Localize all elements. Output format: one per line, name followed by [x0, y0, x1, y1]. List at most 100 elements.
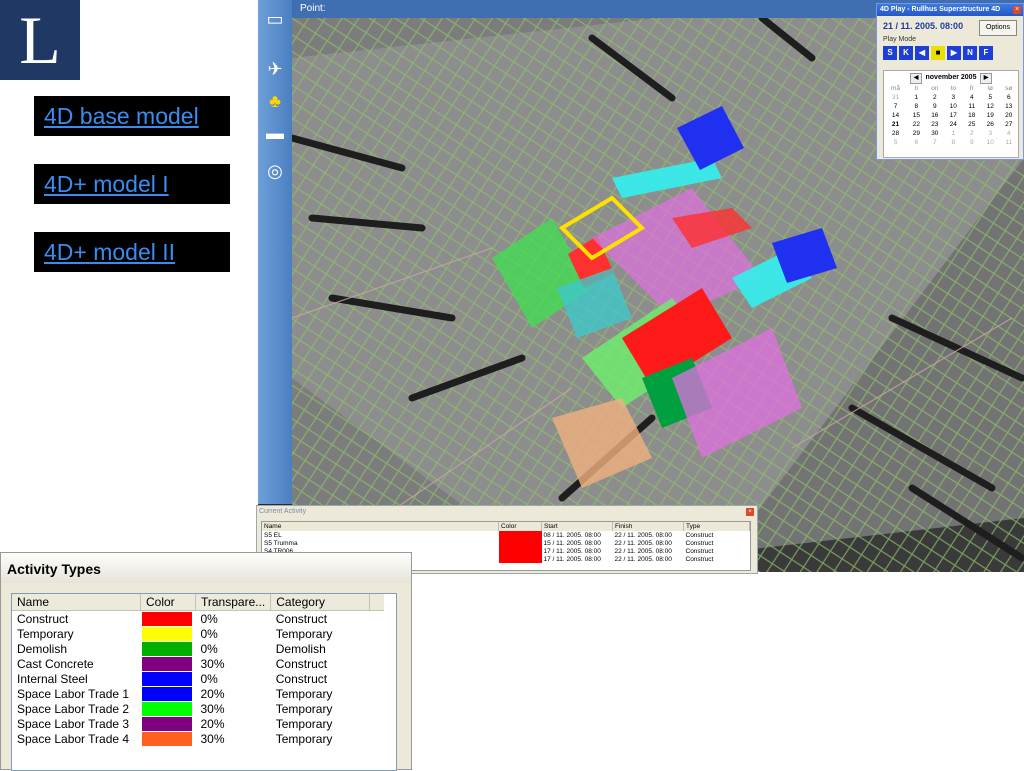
activity-type: Construct — [685, 539, 714, 547]
play-start-button[interactable]: S — [883, 46, 897, 60]
options-button[interactable]: Options — [979, 20, 1017, 36]
calendar-day[interactable]: 23 — [926, 120, 944, 129]
fly-icon[interactable]: ✈ — [262, 56, 288, 82]
measure-icon[interactable]: ▬ — [262, 120, 288, 146]
play-forward-button[interactable]: ▶ — [947, 46, 961, 60]
calendar-day[interactable]: 5 — [884, 138, 907, 147]
calendar-day[interactable]: 1 — [944, 129, 962, 138]
viewer-toolbar: ▭ ✈ ♣ ▬ ◎ — [258, 0, 294, 504]
column-header-color[interactable]: Color — [498, 522, 542, 531]
nav-link-label[interactable]: 4D+ model I — [44, 171, 169, 198]
calendar-day[interactable]: 27 — [1000, 120, 1019, 129]
column-header-start[interactable]: Start — [541, 522, 613, 531]
activity-type-transparency: 30% — [200, 656, 225, 671]
calendar-day[interactable]: 8 — [944, 138, 962, 147]
color-swatch — [141, 716, 192, 731]
prev-month-icon[interactable]: ◀ — [910, 73, 922, 84]
calendar-day[interactable]: 13 — [1000, 102, 1019, 111]
calendar-day[interactable]: 7 — [884, 102, 907, 111]
calendar-day[interactable]: 7 — [926, 138, 944, 147]
calendar-day[interactable]: 9 — [926, 102, 944, 111]
calendar-day[interactable]: 4 — [1000, 129, 1019, 138]
calendar-day[interactable]: 12 — [981, 102, 999, 111]
calendar-day[interactable]: 5 — [981, 93, 999, 102]
play-step-back-button[interactable]: K — [899, 46, 913, 60]
nav-link-4d-plus-model-1[interactable]: 4D+ model I — [34, 164, 230, 204]
nav-link-label[interactable]: 4D base model — [44, 103, 199, 130]
calendar-day[interactable]: 10 — [981, 138, 999, 147]
table-row[interactable]: Internal Steel 0% Construct — [12, 671, 384, 686]
table-row[interactable]: Space Labor Trade 4 30% Temporary — [12, 731, 384, 746]
table-row[interactable]: Space Labor Trade 2 30% Temporary — [12, 701, 384, 716]
calendar-day[interactable]: 22 — [907, 120, 925, 129]
column-header-category[interactable]: Category — [270, 594, 371, 611]
calendar-day[interactable]: 30 — [926, 129, 944, 138]
nav-link-4d-plus-model-2[interactable]: 4D+ model II — [34, 232, 230, 272]
column-header-type[interactable]: Type — [683, 522, 750, 531]
activity-type-color — [141, 656, 196, 671]
calendar-day[interactable]: 8 — [907, 102, 925, 111]
calendar-day[interactable]: 11 — [1000, 138, 1019, 147]
calendar-day[interactable]: 28 — [884, 129, 907, 138]
play-step-forward-button[interactable]: N — [963, 46, 977, 60]
column-header-color[interactable]: Color — [140, 594, 196, 611]
calendar-day[interactable]: 19 — [981, 111, 999, 120]
pointer-icon[interactable]: ▭ — [262, 6, 288, 32]
column-header-name[interactable]: Name — [262, 522, 499, 531]
calendar-day[interactable]: 24 — [944, 120, 962, 129]
calendar-day[interactable]: 1 — [907, 93, 925, 102]
calendar-day[interactable]: 6 — [1000, 93, 1019, 102]
color-swatch — [141, 626, 192, 641]
calendar-day[interactable]: 25 — [963, 120, 981, 129]
walk-icon[interactable]: ♣ — [262, 88, 288, 114]
table-row[interactable]: S5 EL 08 / 11. 2005. 08:00 22 / 11. 2005… — [262, 531, 750, 539]
play-finish-button[interactable]: F — [979, 46, 993, 60]
calendar-day[interactable]: 2 — [926, 93, 944, 102]
column-header-transparency[interactable]: Transpare... — [195, 594, 272, 611]
calendar-day[interactable]: 17 — [944, 111, 962, 120]
calendar-day[interactable]: 3 — [981, 129, 999, 138]
calendar-day[interactable]: 3 — [944, 93, 962, 102]
table-row[interactable]: Temporary 0% Temporary — [12, 626, 384, 641]
calendar-day[interactable]: 29 — [907, 129, 925, 138]
next-month-icon[interactable]: ▶ — [980, 73, 992, 84]
calendar-day[interactable]: 10 — [944, 102, 962, 111]
calendar-day[interactable]: 16 — [926, 111, 944, 120]
calendar-day[interactable]: 15 — [907, 111, 925, 120]
calendar-day-selected[interactable]: 21 — [884, 120, 907, 129]
table-row[interactable]: Space Labor Trade 1 20% Temporary — [12, 686, 384, 701]
calendar-day[interactable]: 11 — [963, 102, 981, 111]
nav-link-label[interactable]: 4D+ model II — [44, 239, 175, 266]
nav-link-4d-base-model[interactable]: 4D base model — [34, 96, 230, 136]
table-row[interactable]: Space Labor Trade 3 20% Temporary — [12, 716, 384, 731]
calendar-day[interactable]: 9 — [963, 138, 981, 147]
weekday-label: sø — [1005, 85, 1013, 92]
close-icon[interactable]: × — [1013, 6, 1021, 14]
activity-type: Construct — [685, 547, 714, 555]
table-row[interactable]: Cast Concrete 30% Construct — [12, 656, 384, 671]
calendar-day[interactable]: 2 — [963, 129, 981, 138]
activity-type-name: Construct — [17, 611, 69, 626]
calendar-day[interactable]: 6 — [907, 138, 925, 147]
calendar-day[interactable]: 26 — [981, 120, 999, 129]
activity-type-transparency: 0% — [200, 671, 218, 686]
close-icon[interactable]: × — [746, 508, 754, 516]
play-reverse-button[interactable]: ◀ — [915, 46, 929, 60]
table-row[interactable]: Construct 0% Construct — [12, 611, 384, 627]
calendar-day[interactable]: 18 — [963, 111, 981, 120]
logo: L — [0, 0, 80, 80]
calendar-month: november 2005 — [925, 74, 977, 81]
table-row[interactable]: Demolish 0% Demolish — [12, 641, 384, 656]
zoom-extents-icon[interactable]: ◎ — [262, 158, 288, 184]
calendar-day[interactable]: 14 — [884, 111, 907, 120]
play-stop-button[interactable]: ■ — [931, 46, 945, 60]
calendar-day[interactable]: 20 — [1000, 111, 1019, 120]
activity-start: 17 / 11. 2005. 08:00 — [543, 555, 601, 563]
activity-finish: 22 / 11. 2005. 08:00 — [614, 547, 672, 555]
table-row[interactable]: S5 Trumma 15 / 11. 2005. 08:00 22 / 11. … — [262, 539, 750, 547]
calendar-day[interactable]: 31 — [884, 93, 907, 102]
column-header-name[interactable]: Name — [12, 594, 141, 611]
calendar-day[interactable]: 4 — [963, 93, 981, 102]
color-swatch — [141, 656, 192, 671]
column-header-finish[interactable]: Finish — [612, 522, 684, 531]
